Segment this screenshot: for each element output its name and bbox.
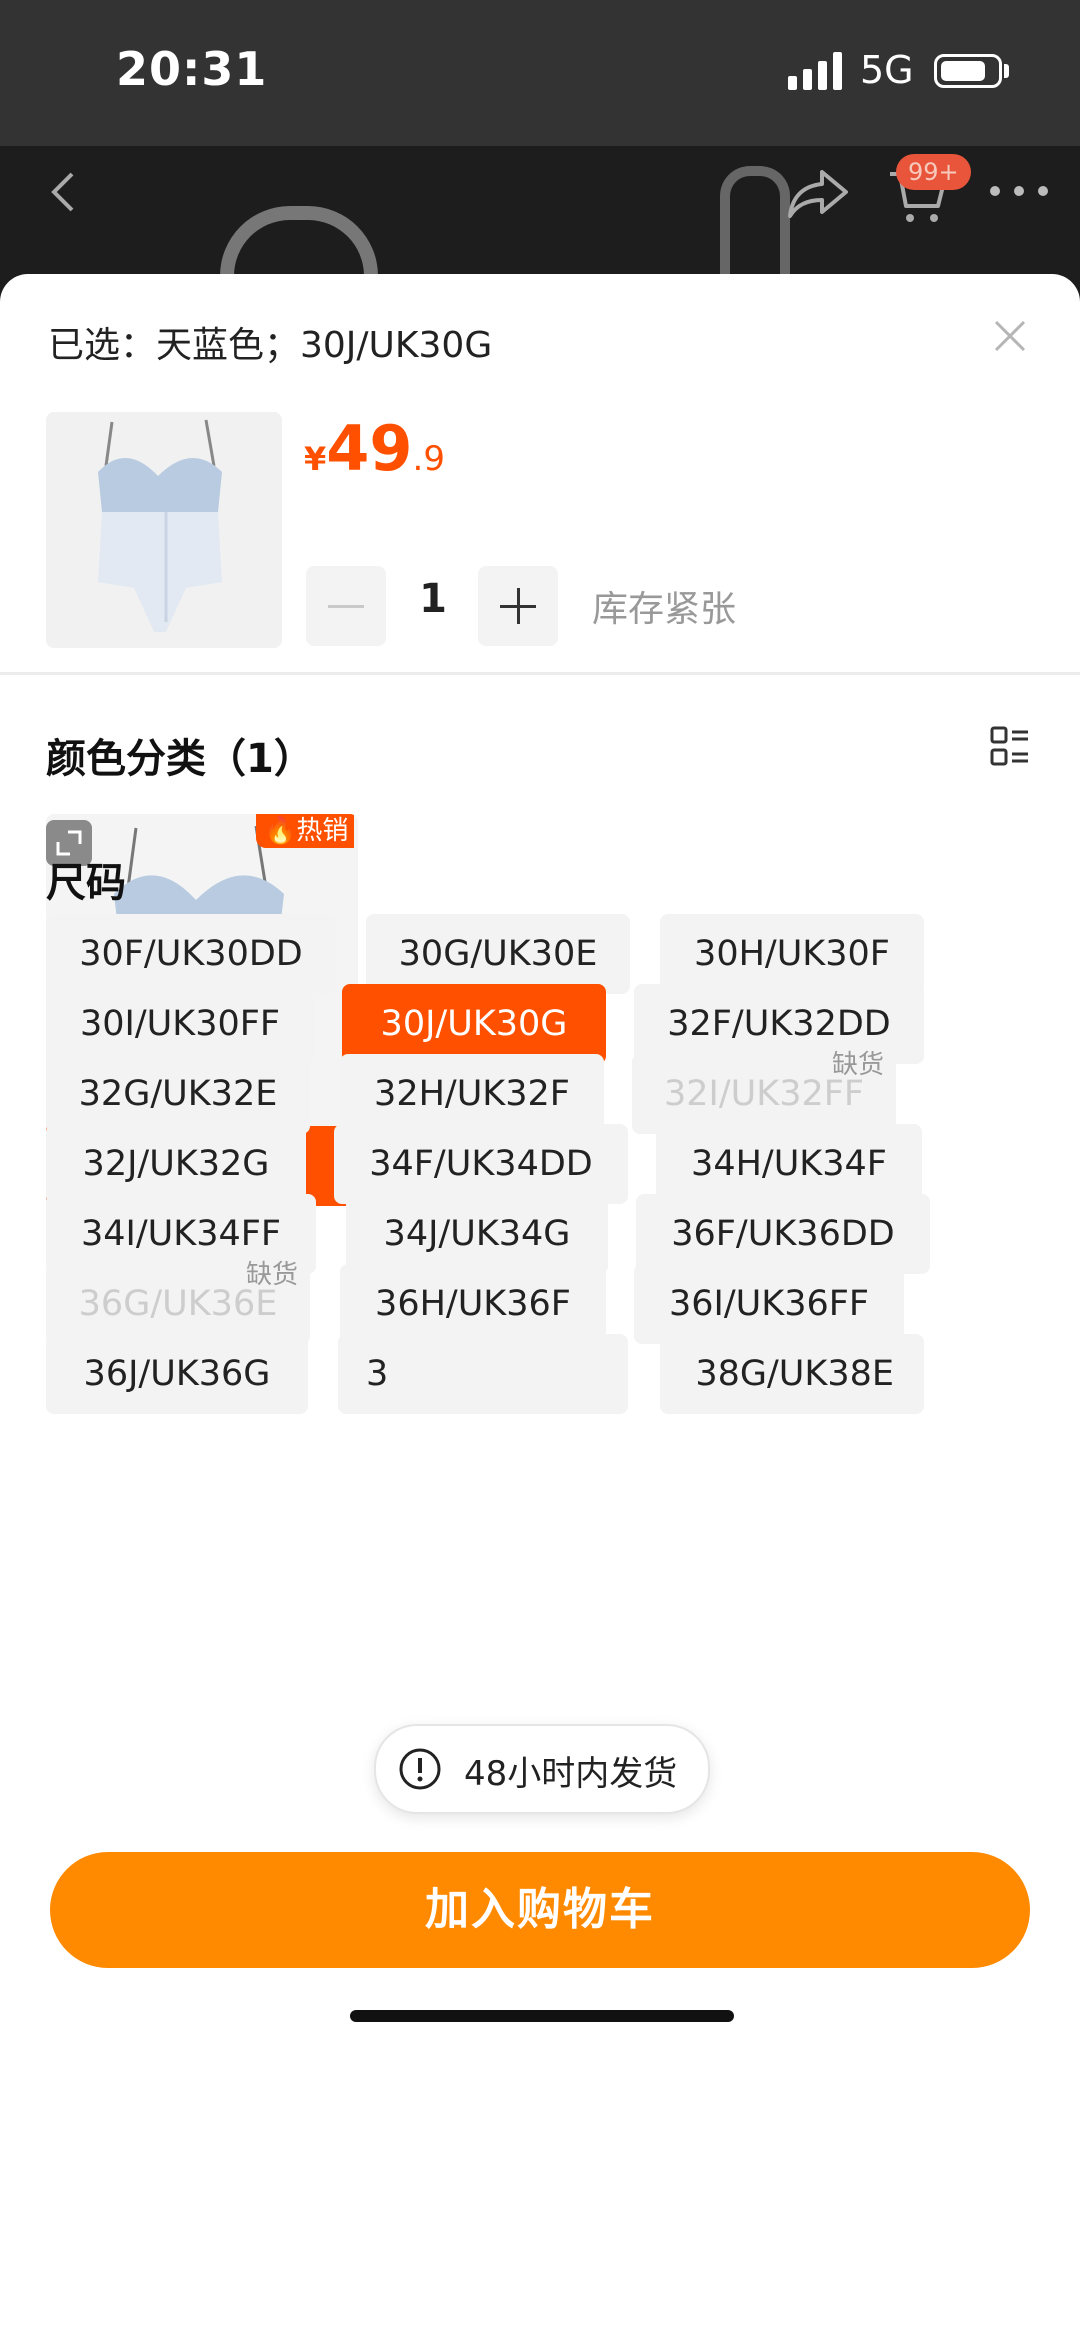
size-chip[interactable]: 32H/UK32F [340, 1054, 604, 1134]
info-icon [399, 1748, 441, 1790]
footer-area [0, 2086, 1080, 2337]
cart-count-badge: 99+ [896, 154, 971, 190]
size-chip[interactable]: 34J/UK34G [346, 1194, 608, 1274]
size-chip[interactable]: 36J/UK36G [46, 1334, 308, 1414]
back-icon[interactable] [44, 170, 88, 214]
size-chip[interactable]: 32G/UK32E [46, 1054, 310, 1134]
fire-icon: 🔥 [264, 816, 297, 846]
size-chip[interactable]: 36I/UK36FF [634, 1264, 904, 1344]
network-label: 5G [860, 48, 914, 92]
size-chip-partially-hidden[interactable]: 3 [338, 1334, 628, 1414]
size-chip[interactable]: 34F/UK34DD [334, 1124, 628, 1204]
size-section-title: 尺码 [46, 860, 126, 906]
hot-sale-label: 热销 [296, 816, 349, 846]
battery-tip [1004, 64, 1009, 78]
price-integer: 49 [326, 412, 413, 485]
soldout-tag: 缺货 [832, 1050, 885, 1080]
divider [0, 672, 1080, 675]
price-currency: ¥ [304, 440, 327, 478]
size-chip[interactable]: 38G/UK38E [660, 1334, 924, 1414]
hot-sale-badge: 🔥热销 [256, 814, 355, 848]
size-chip[interactable]: 34H/UK34F [656, 1124, 922, 1204]
close-icon[interactable] [992, 318, 1028, 354]
stock-status: 库存紧张 [592, 589, 737, 630]
size-chip[interactable]: 32J/UK32G [46, 1124, 306, 1204]
size-chip[interactable]: 36H/UK36F [340, 1264, 606, 1344]
status-time: 20:31 [116, 42, 268, 96]
quantity-increase-button[interactable] [478, 566, 558, 646]
price-decimal: .9 [412, 439, 445, 479]
list-view-icon[interactable] [990, 726, 1030, 766]
size-chip[interactable]: 30H/UK30F [660, 914, 924, 994]
size-chip[interactable]: 30G/UK30E [366, 914, 630, 994]
selected-summary: 已选：天蓝色；30J/UK30G [48, 325, 493, 366]
shipping-toast: 48小时内发货 [374, 1724, 710, 1814]
size-chip-selected[interactable]: 30J/UK30G [342, 984, 606, 1064]
sku-selection-sheet: 已选：天蓝色；30J/UK30G ¥49.9 1 库存紧张 颜色分类（1） 🔥热… [0, 274, 1080, 2337]
signal-icon [788, 52, 842, 90]
bodysuit-image [98, 419, 222, 632]
more-icon[interactable] [990, 186, 1050, 200]
size-chip[interactable]: 36F/UK36DD [636, 1194, 930, 1274]
color-section-title: 颜色分类（1） [46, 736, 314, 782]
quantity-decrease-button[interactable] [306, 566, 386, 646]
size-chip[interactable]: 30I/UK30FF [46, 984, 314, 1064]
quantity-value[interactable]: 1 [400, 576, 466, 622]
share-icon[interactable] [786, 166, 850, 222]
status-bar: 20:31 5G [0, 0, 1080, 146]
add-to-cart-button[interactable]: 加入购物车 [50, 1852, 1030, 1968]
product-thumbnail[interactable] [46, 412, 282, 648]
soldout-tag: 缺货 [246, 1260, 299, 1290]
battery-icon [934, 54, 1002, 88]
home-indicator [350, 2010, 734, 2022]
toast-text: 48小时内发货 [464, 1754, 678, 1794]
price: ¥49.9 [304, 412, 445, 485]
size-chip[interactable]: 30F/UK30DD [46, 914, 336, 994]
